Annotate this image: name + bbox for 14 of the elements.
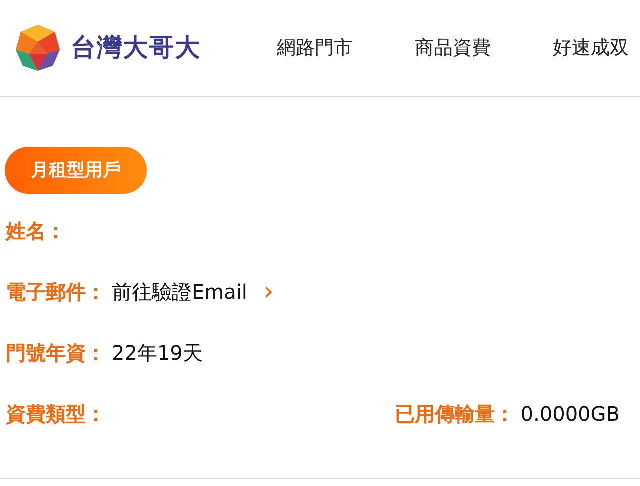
field-value: 0.0000GB: [520, 400, 620, 428]
field-value: 22年19天: [112, 340, 203, 366]
field-label: 姓名：: [6, 218, 66, 244]
logo-icon: [15, 24, 61, 72]
field-label: 已用傳輸量：: [394, 400, 515, 428]
field-label: 電子郵件：: [6, 278, 106, 306]
field-label: 門號年資：: [6, 340, 106, 366]
nav-link[interactable]: 商品資費: [415, 34, 491, 62]
verify-email-link[interactable]: 前往驗證Email: [112, 276, 248, 306]
nav-link[interactable]: 好速成双: [553, 34, 629, 62]
user-type-badge: 月租型用戶: [5, 147, 147, 194]
logo-text[interactable]: 台灣大哥大: [71, 29, 201, 67]
nav-link[interactable]: 網路門市: [277, 34, 353, 62]
field-label: 資費類型：: [6, 400, 106, 428]
